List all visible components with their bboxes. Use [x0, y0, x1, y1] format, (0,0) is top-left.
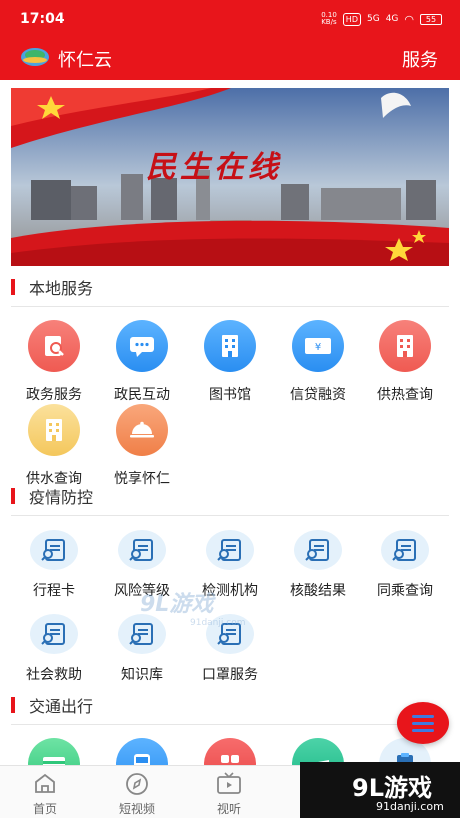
- section-local-services: 本地服务: [11, 276, 93, 298]
- tile-co-travel-query[interactable]: 同乘查询: [361, 530, 449, 600]
- tile-label: 悦享怀仁: [114, 471, 170, 487]
- tile-label: 政务服务: [26, 387, 82, 403]
- status-indicators: 0.10 KB/s HD 5G 4G ◠ 55: [321, 12, 442, 26]
- tile-water-query[interactable]: 供水查询: [10, 404, 98, 488]
- app-logo-icon: [21, 48, 49, 66]
- banner-carousel[interactable]: 民生在线: [11, 88, 449, 266]
- nav-home[interactable]: 首页: [10, 772, 80, 817]
- section-title-text: 本地服务: [29, 279, 94, 298]
- signal-5g-icon: 5G: [366, 14, 380, 24]
- menu-line: [412, 721, 434, 725]
- search-doc-icon: [30, 614, 78, 654]
- tile-label: 知识库: [121, 667, 163, 683]
- nav-short-video[interactable]: 短视频: [102, 772, 172, 817]
- tile-nucleic-results[interactable]: 核酸结果: [274, 530, 362, 600]
- banner-title: 民生在线: [146, 150, 282, 185]
- watermark-overlay: 9L游戏 91danji.com: [140, 586, 245, 628]
- tile-label: 行程卡: [33, 583, 75, 599]
- divider: [11, 724, 449, 725]
- tv-icon: [217, 772, 241, 794]
- divider: [11, 515, 449, 516]
- search-doc-icon: [294, 530, 342, 570]
- tile-heating-query[interactable]: 供热查询: [361, 320, 449, 404]
- divider: [11, 306, 449, 307]
- network-speed: 0.10 KB/s: [321, 11, 337, 26]
- tile-gov-services[interactable]: 政务服务: [10, 320, 98, 404]
- tile-credit-finance[interactable]: ¥ 信贷融资: [274, 320, 362, 404]
- tile-label: 核酸结果: [290, 583, 346, 599]
- search-doc-icon: [118, 530, 166, 570]
- tile-label: 同乘查询: [377, 583, 433, 599]
- tile-citizen-interaction[interactable]: 政民互动: [98, 320, 186, 404]
- watermark-text: 9L游戏: [140, 592, 214, 617]
- money-ticket-icon: ¥: [292, 320, 344, 372]
- building-icon: [379, 320, 431, 372]
- app-title: 怀仁云: [58, 50, 112, 71]
- compass-icon: [126, 773, 148, 795]
- battery-icon: 55: [420, 13, 442, 25]
- search-doc-icon: [28, 320, 80, 372]
- nav-audio-visual[interactable]: 视听: [194, 772, 264, 817]
- tile-label: 口罩服务: [202, 667, 258, 683]
- watermark-badge: 9L游戏 91danji.com: [300, 762, 460, 818]
- menu-line: [412, 714, 434, 718]
- search-doc-icon: [381, 530, 429, 570]
- menu-line: [412, 728, 434, 732]
- app-header: 17:04 0.10 KB/s HD 5G 4G ◠ 55 怀仁云 服务: [0, 0, 460, 80]
- section-marker: [11, 697, 15, 713]
- status-time: 17:04: [20, 11, 65, 27]
- hd-badge: HD: [342, 12, 361, 26]
- nav-label: 短视频: [118, 802, 155, 816]
- svg-text:¥: ¥: [315, 342, 321, 353]
- search-doc-icon: [206, 530, 254, 570]
- home-icon: [35, 773, 55, 793]
- signal-4g-icon: 4G: [385, 14, 399, 24]
- status-bar: 17:04 0.10 KB/s HD 5G 4G ◠ 55: [0, 0, 460, 38]
- nav-label: 视听: [216, 802, 241, 816]
- section-title-text: 疫情防控: [29, 488, 94, 507]
- watermark-text: 9L游戏: [352, 774, 432, 802]
- section-marker: [11, 279, 15, 295]
- tile-label: 政民互动: [114, 387, 170, 403]
- watermark-url: 91danji.com: [190, 618, 246, 628]
- section-title-text: 交通出行: [29, 697, 94, 716]
- dish-cover-icon: [116, 404, 168, 456]
- tile-label: 社会救助: [26, 667, 82, 683]
- service-link[interactable]: 服务: [402, 46, 438, 72]
- section-epidemic-control: 疫情防控: [11, 485, 93, 507]
- search-doc-icon: [30, 530, 78, 570]
- building-icon: [28, 404, 80, 456]
- wifi-icon: ◠: [404, 12, 414, 26]
- tile-label: 图书馆: [209, 387, 251, 403]
- chat-icon: [116, 320, 168, 372]
- tile-label: 供热查询: [377, 387, 433, 403]
- tile-enjoy-huairen[interactable]: 悦享怀仁: [98, 404, 186, 488]
- tile-social-assistance[interactable]: 社会救助: [10, 614, 98, 684]
- floating-menu-button[interactable]: [397, 702, 449, 744]
- section-transportation: 交通出行: [11, 694, 93, 716]
- tile-label: 信贷融资: [290, 387, 346, 403]
- watermark-url: 91danji.com: [376, 800, 444, 813]
- nav-label: 首页: [32, 802, 57, 816]
- tile-itinerary-card[interactable]: 行程卡: [10, 530, 98, 600]
- building-icon: [204, 320, 256, 372]
- tile-library[interactable]: 图书馆: [186, 320, 274, 404]
- section-marker: [11, 488, 15, 504]
